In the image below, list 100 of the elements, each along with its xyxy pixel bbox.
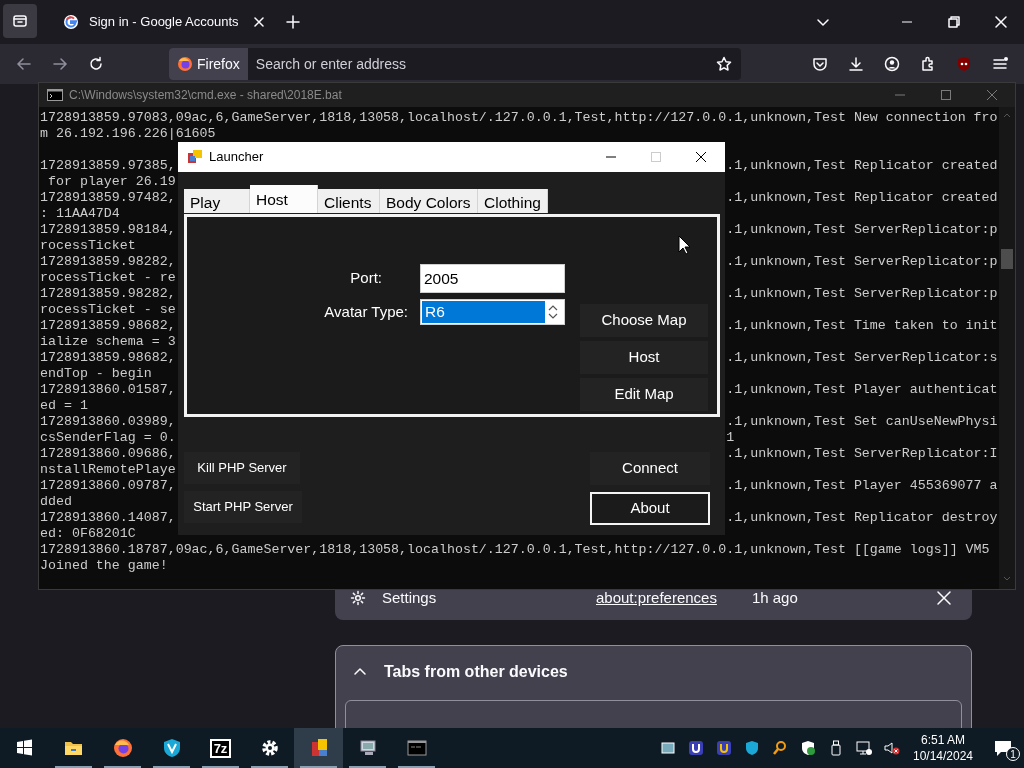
console-line: .1,unknown,Test Replicator created xyxy=(726,190,998,206)
extensions-icon xyxy=(920,56,936,72)
scrollbar-thumb[interactable] xyxy=(1001,249,1013,269)
console-line: .1,unknown,Test Replicator created xyxy=(726,158,998,174)
server-button[interactable]: Kill PHP Server xyxy=(184,452,300,484)
tab-list-button[interactable] xyxy=(3,4,37,38)
computer-icon xyxy=(357,738,378,758)
usb-drive-icon[interactable] xyxy=(828,740,844,756)
download-icon xyxy=(848,56,864,72)
network-icon[interactable] xyxy=(856,740,872,756)
console-line: 1728913859.98184, xyxy=(40,222,176,238)
console-line: Joined the game! xyxy=(40,558,168,573)
address-bar[interactable]: Firefox Search or enter address xyxy=(169,48,741,80)
tab[interactable]: Clothing xyxy=(478,189,548,213)
restore-icon xyxy=(945,14,962,30)
browser-tab[interactable]: Sign in - Google Accounts xyxy=(51,4,273,40)
console-line: rocessTicket xyxy=(40,238,136,254)
console-line: 1728913859.97083,09ac,6,GameServer,1818,13058,localhost/.127.0.0.1,Test,http://127.0.0.1,unknown,Test New connection fro xyxy=(40,110,998,125)
tab[interactable]: Body Colors xyxy=(380,189,478,213)
console-line: 1728913860.01587, xyxy=(40,382,176,398)
action-button[interactable]: About xyxy=(590,492,710,525)
reload-icon xyxy=(88,56,104,72)
u-shape-icon[interactable] xyxy=(716,740,732,756)
tab-list-icon xyxy=(12,13,28,29)
shield-extension-icon xyxy=(956,56,972,72)
tab-title: Sign in - Google Accounts xyxy=(89,13,240,32)
speaker-muted-icon[interactable] xyxy=(884,740,900,756)
menu-icon xyxy=(992,56,1008,72)
close-icon xyxy=(984,87,1000,103)
console-line: rocessTicket - se xyxy=(40,302,176,318)
console-line: ed: 0F68201C xyxy=(40,526,136,542)
google-icon xyxy=(63,14,79,30)
identity-label: Firefox xyxy=(197,54,240,74)
shield-icon[interactable] xyxy=(744,740,760,756)
maximize-icon xyxy=(938,87,954,103)
taskbar-button[interactable]: 7z xyxy=(196,728,245,768)
console-line: .1,unknown,Test ServerReplicator:p xyxy=(726,254,998,270)
magnifier-icon[interactable] xyxy=(772,740,788,756)
identity-button[interactable]: Firefox xyxy=(169,48,248,80)
tab[interactable]: Clients xyxy=(318,189,380,213)
console-line: : 11AA47D4 xyxy=(40,206,120,222)
console-line: ialize schema = 3 xyxy=(40,334,176,350)
tab[interactable]: Host xyxy=(250,185,318,213)
clock-time: 6:51 AM xyxy=(920,732,966,748)
shield-icon xyxy=(161,738,182,758)
console-line: 1728913859.98282, xyxy=(40,254,176,270)
notification-icon xyxy=(993,738,1013,758)
port-field[interactable]: 2005 xyxy=(420,264,565,293)
action-button[interactable]: Edit Map xyxy=(580,378,708,411)
console-line: .1,unknown,Test ServerReplicator:p xyxy=(726,222,998,238)
console-line: 1728913859.98282, xyxy=(40,286,176,302)
console-line: .1,unknown,Test ServerReplicator:p xyxy=(726,286,998,302)
console-line: 1728913859.97482, xyxy=(40,190,176,206)
console-icon xyxy=(47,89,63,101)
action-button[interactable]: Host xyxy=(580,341,708,374)
console-line: 1728913859.98682, xyxy=(40,350,176,366)
clock[interactable]: 6:51 AM 10/14/2024 xyxy=(908,732,978,764)
scrollbar[interactable] xyxy=(999,107,1015,589)
notification-button[interactable]: 1 xyxy=(990,733,1020,763)
console-line: .1,unknown,Test Player authenticat xyxy=(726,382,998,398)
gear-icon xyxy=(259,738,280,758)
bookmark-icon xyxy=(716,56,732,72)
action-button[interactable]: Choose Map xyxy=(580,304,708,337)
action-button[interactable]: Connect xyxy=(590,452,710,485)
server-button[interactable]: Start PHP Server xyxy=(184,491,302,523)
console-line: .1,unknown,Test Player 455369077 a xyxy=(726,478,998,494)
console-line: csSenderFlag = 0. xyxy=(40,430,176,446)
pocket-icon xyxy=(812,56,828,72)
firefox-icon xyxy=(177,56,193,72)
spin-box[interactable]: R6 xyxy=(420,299,565,325)
section-title: Tabs from other devices xyxy=(384,662,568,682)
console-line: .1,unknown,Test Time taken to init xyxy=(726,318,998,334)
minimize-icon xyxy=(895,94,905,96)
firefox-icon xyxy=(112,738,133,758)
console-line: .1,unknown,Test ServerReplicator:I xyxy=(726,446,998,462)
url-link[interactable]: about:preferences xyxy=(596,586,717,610)
console-line: 1728913860.14087, xyxy=(40,510,176,526)
u-shape-icon[interactable] xyxy=(688,740,704,756)
account-icon xyxy=(884,56,900,72)
time-ago: 1h ago xyxy=(751,587,798,608)
clock-date: 10/14/2024 xyxy=(911,748,975,764)
field-label: Avatar Type: xyxy=(324,301,408,322)
console-line: 1728913859.98682, xyxy=(40,318,176,334)
console-line: 1728913860.09686, xyxy=(40,446,176,462)
minimize-icon xyxy=(901,21,912,23)
console-line: rocessTicket - re xyxy=(40,270,176,286)
taskbar-button[interactable] xyxy=(294,728,343,768)
security-shield-icon[interactable] xyxy=(800,740,816,756)
tab[interactable]: Play xyxy=(184,189,250,213)
address-field[interactable]: Search or enter address xyxy=(247,52,707,76)
display-icon[interactable] xyxy=(660,740,676,756)
cursor-icon xyxy=(678,235,691,255)
close-icon xyxy=(992,14,1009,30)
console-line: 1 xyxy=(726,430,735,446)
notification-count: 1 xyxy=(1006,747,1020,761)
console-line: endTop - begin xyxy=(40,366,152,382)
window-title: C:\Windows\system32\cmd.exe - shared\2018E.bat xyxy=(69,87,342,104)
close-icon[interactable] xyxy=(253,16,265,28)
console-line: 1728913859.97385, xyxy=(40,158,176,174)
console-line: 1728913860.09787, xyxy=(40,478,176,494)
